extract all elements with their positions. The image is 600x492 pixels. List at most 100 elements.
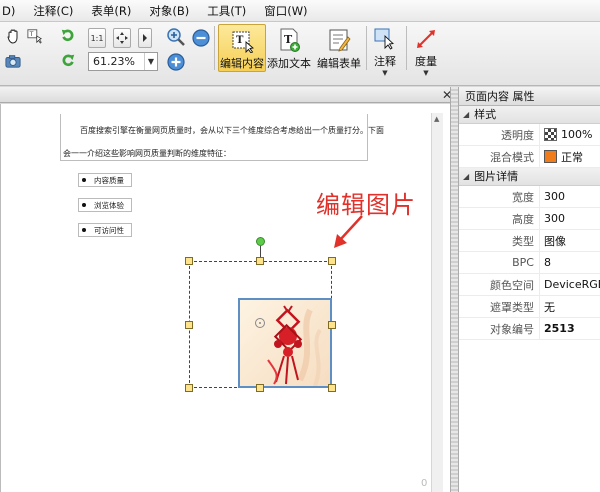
- actual-size-button[interactable]: 1:1: [88, 28, 106, 48]
- fit-width-button[interactable]: [138, 28, 152, 48]
- prop-label: 宽度: [512, 190, 534, 204]
- menu-form[interactable]: 表单(R): [82, 0, 140, 22]
- chevron-down-icon: ▼: [382, 69, 388, 77]
- prop-row-blend: 混合模式 正常: [459, 146, 600, 168]
- prop-label: 高度: [512, 212, 534, 226]
- vertical-scrollbar[interactable]: ▲: [431, 113, 443, 492]
- add-text-button[interactable]: T 添加文本: [266, 24, 312, 72]
- zoom-add-button[interactable]: [166, 52, 186, 72]
- blend-mode-field[interactable]: 正常: [539, 146, 600, 167]
- resize-handle-se[interactable]: [328, 384, 336, 392]
- zoom-out-icon: [192, 29, 210, 47]
- toolbar-separator: [406, 26, 407, 70]
- zoom-select[interactable]: 61.23% ▼: [88, 52, 158, 71]
- zoom-add-icon: [167, 53, 185, 71]
- zoom-in-button[interactable]: [166, 27, 186, 47]
- menu-tools[interactable]: 工具(T): [198, 0, 255, 22]
- add-text-icon: T: [276, 27, 302, 53]
- paragraph-line-1: 百度搜索引擎在衡量网页质量时，会从以下三个维度综合考虑给出一个质量打分。下面: [80, 126, 384, 135]
- prop-label: BPC: [512, 256, 534, 269]
- annotate-button[interactable]: 注释 ▼: [370, 24, 400, 77]
- opacity-field[interactable]: 100%: [539, 124, 600, 145]
- panel-title: 页面内容 属性: [459, 87, 600, 106]
- chevron-down-icon[interactable]: ▼: [144, 53, 157, 70]
- blend-color-swatch: [544, 150, 557, 163]
- resize-handle-sw[interactable]: [185, 384, 193, 392]
- annotate-label: 注释: [374, 55, 396, 68]
- section-style-label: 样式: [474, 107, 497, 121]
- edit-content-label: 编辑内容: [220, 57, 264, 70]
- rotate-cw-button[interactable]: [59, 27, 77, 45]
- prop-row-opacity: 透明度 100%: [459, 124, 600, 146]
- mask-value: 无: [539, 296, 600, 317]
- zoom-in-icon: [167, 28, 185, 46]
- width-value: 300: [539, 186, 600, 207]
- bullet-label: 可访问性: [94, 225, 124, 235]
- section-style[interactable]: ◢ 样式: [459, 106, 600, 124]
- measure-icon: [413, 27, 439, 51]
- edit-content-icon: T: [229, 28, 255, 53]
- collapse-icon[interactable]: ◢: [463, 106, 469, 124]
- measure-label: 度量: [415, 55, 437, 68]
- page-number-fragment: 0: [421, 478, 428, 489]
- select-text-button[interactable]: T: [26, 27, 44, 45]
- prop-row-height: 高度 300: [459, 208, 600, 230]
- annotation-arrow-icon: [334, 215, 363, 248]
- properties-panel: 页面内容 属性 ◢ 样式 透明度 100% 混合模式 正常 ◢ 图片详情 宽度 …: [458, 87, 600, 492]
- rotate-ccw-icon: [62, 54, 75, 67]
- type-value: 图像: [539, 230, 600, 251]
- section-image-details[interactable]: ◢ 图片详情: [459, 168, 600, 186]
- rotate-cw-icon: [61, 29, 74, 42]
- prop-row-bpc: BPC 8: [459, 252, 600, 274]
- chinese-knot-image: [267, 305, 322, 386]
- edit-form-icon: [326, 27, 352, 53]
- rotate-ccw-button[interactable]: [59, 52, 77, 70]
- bullet-item[interactable]: 浏览体验: [78, 198, 132, 212]
- prop-label: 对象编号: [490, 322, 534, 336]
- selected-image[interactable]: [238, 298, 332, 388]
- colorspace-value: DeviceRGB: [539, 274, 600, 295]
- select-text-icon: T: [27, 29, 42, 44]
- image-center-mark: [255, 318, 265, 328]
- hand-tool-button[interactable]: [4, 27, 22, 45]
- measure-button[interactable]: 度量 ▼: [410, 24, 442, 77]
- rotate-handle[interactable]: [256, 237, 265, 246]
- edit-form-button[interactable]: 编辑表单: [314, 24, 364, 72]
- fit-page-icon: [116, 32, 128, 44]
- resize-handle-w[interactable]: [185, 321, 193, 329]
- edit-content-button[interactable]: T 编辑内容: [218, 24, 266, 72]
- zoom-out-button[interactable]: [191, 28, 211, 48]
- prop-row-type: 类型 图像: [459, 230, 600, 252]
- hand-icon: [7, 29, 18, 44]
- document-tab-bar: ✕: [0, 87, 458, 103]
- paragraph-line-2: 会一一介绍这些影响网页质量判断的维度特征：: [63, 149, 231, 158]
- bullet-item[interactable]: 内容质量: [78, 173, 132, 187]
- prop-row-colorspace: 颜色空间 DeviceRGB: [459, 274, 600, 296]
- resize-handle-s[interactable]: [256, 384, 264, 392]
- bullet-item[interactable]: 可访问性: [78, 223, 132, 237]
- menu-object[interactable]: 对象(B): [140, 0, 198, 22]
- fit-width-icon: [143, 34, 147, 42]
- fit-page-button[interactable]: [113, 28, 131, 48]
- svg-text:T: T: [236, 35, 244, 46]
- bullet-label: 内容质量: [94, 175, 124, 185]
- menu-view[interactable]: D): [0, 0, 24, 22]
- resize-handle-n[interactable]: [256, 257, 264, 265]
- actual-size-label: 1:1: [90, 33, 104, 43]
- collapse-icon[interactable]: ◢: [463, 168, 469, 186]
- menu-comment[interactable]: 注释(C): [24, 0, 82, 22]
- panel-splitter[interactable]: [450, 87, 458, 492]
- transparency-swatch: [544, 128, 557, 141]
- resize-handle-nw[interactable]: [185, 257, 193, 265]
- resize-handle-ne[interactable]: [328, 257, 336, 265]
- scroll-up-icon[interactable]: ▲: [434, 115, 439, 123]
- toolbar-separator: [214, 26, 215, 70]
- prop-row-object-number: 对象编号 2513: [459, 318, 600, 340]
- menu-window[interactable]: 窗口(W): [255, 0, 316, 22]
- snapshot-button[interactable]: [4, 52, 22, 70]
- prop-label: 混合模式: [490, 150, 534, 164]
- prop-label: 类型: [512, 234, 534, 248]
- resize-handle-e[interactable]: [328, 321, 336, 329]
- section-image-label: 图片详情: [474, 169, 519, 183]
- chevron-down-icon: ▼: [423, 69, 429, 77]
